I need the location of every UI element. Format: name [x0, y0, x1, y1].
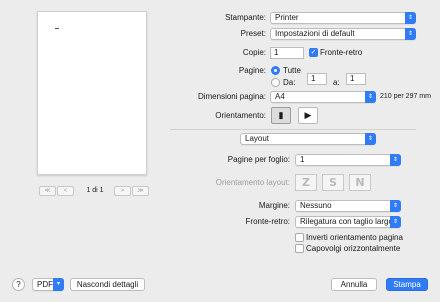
- pages-range-radio[interactable]: [271, 78, 280, 87]
- landscape-button[interactable]: ▶: [298, 107, 318, 124]
- two-sided-label: Fronte-retro:: [245, 217, 290, 226]
- help-icon: ?: [16, 280, 21, 289]
- checkmark-icon: ✓: [310, 49, 317, 56]
- paper-size-value: A4: [275, 92, 285, 101]
- layout-z-icon: Z: [302, 176, 310, 189]
- printer-value: Printer: [275, 13, 299, 22]
- chevron-updown-icon: ⇕: [405, 28, 416, 40]
- printer-select[interactable]: Printer ⇕: [270, 12, 416, 24]
- preview-content-mark: [55, 28, 59, 29]
- section-divider: [170, 129, 416, 130]
- preset-value: Impostazioni di default: [275, 29, 355, 38]
- portrait-icon: ▮: [278, 110, 284, 120]
- chevron-updown-icon: ⇕: [365, 91, 376, 103]
- pages-label: Pagine:: [238, 66, 266, 75]
- orientation-label: Orientamento:: [215, 111, 266, 120]
- layout-s-button: S: [322, 174, 344, 191]
- paper-size-label: Dimensioni pagina:: [197, 92, 266, 101]
- layout-direction-label: Orientamento layout:: [215, 178, 290, 187]
- pdf-label: PDF: [37, 280, 53, 289]
- chevron-updown-icon: ⇕: [405, 12, 416, 24]
- pdf-menu-button[interactable]: PDF ▾: [32, 278, 64, 291]
- copies-input[interactable]: 1: [270, 47, 304, 59]
- section-menu-select[interactable]: Layout ⇕: [240, 133, 376, 145]
- duplex-label: Fronte-retro: [320, 48, 363, 57]
- print-button[interactable]: Stampa: [386, 278, 428, 291]
- pages-per-sheet-label: Pagine per foglio:: [227, 155, 290, 164]
- flip-horizontal-checkbox[interactable]: [295, 244, 304, 253]
- previous-page-button[interactable]: <: [57, 186, 74, 196]
- layout-n-icon: N: [355, 176, 365, 189]
- layout-z-button: Z: [295, 174, 317, 191]
- paper-size-select[interactable]: A4 ⇕: [270, 91, 376, 103]
- pages-to-input[interactable]: 1: [346, 73, 366, 85]
- first-page-button[interactable]: ≪: [39, 186, 56, 196]
- chevron-updown-icon: ⇕: [390, 200, 401, 212]
- paper-dimensions: 210 per 297 mm: [380, 93, 431, 100]
- cancel-button[interactable]: Annulla: [331, 278, 377, 291]
- border-label: Margine:: [258, 201, 290, 210]
- pages-from-input[interactable]: 1: [307, 73, 327, 85]
- pages-all-radio[interactable]: [271, 66, 280, 75]
- chevron-down-icon: ▾: [53, 278, 64, 291]
- portrait-button[interactable]: ▮: [271, 107, 291, 124]
- pages-to-label: a:: [333, 78, 340, 87]
- pages-per-sheet-select[interactable]: 1 ⇕: [295, 154, 401, 166]
- two-sided-select[interactable]: Rilegatura con taglio largo ⇕: [295, 216, 401, 228]
- border-select[interactable]: Nessuno ⇕: [295, 200, 401, 212]
- chevron-updown-icon: ⇕: [390, 216, 401, 228]
- two-sided-value: Rilegatura con taglio largo: [300, 217, 393, 226]
- reverse-orientation-checkbox[interactable]: [295, 233, 304, 242]
- pages-per-sheet-value: 1: [300, 155, 305, 164]
- layout-s-icon: S: [329, 176, 337, 189]
- preset-select[interactable]: Impostazioni di default ⇕: [270, 28, 416, 40]
- pages-from-label: Da:: [283, 78, 296, 87]
- page-indicator: 1 di 1: [86, 187, 104, 194]
- flip-horizontal-label: Capovolgi orizzontalmente: [306, 244, 401, 253]
- duplex-checkbox[interactable]: ✓: [309, 48, 318, 57]
- layout-n-button: N: [349, 174, 371, 191]
- printer-label: Stampante:: [225, 13, 266, 22]
- landscape-icon: ▶: [304, 110, 312, 120]
- border-value: Nessuno: [300, 201, 332, 210]
- section-menu-value: Layout: [245, 134, 270, 143]
- hide-details-button[interactable]: Nascondi dettagli: [70, 278, 145, 291]
- pages-all-label: Tutte: [283, 66, 301, 75]
- help-button[interactable]: ?: [12, 278, 25, 291]
- copies-label: Copie:: [242, 48, 266, 57]
- preset-label: Preset:: [240, 29, 266, 38]
- chevron-updown-icon: ⇕: [365, 133, 376, 145]
- chevron-updown-icon: ⇕: [390, 154, 401, 166]
